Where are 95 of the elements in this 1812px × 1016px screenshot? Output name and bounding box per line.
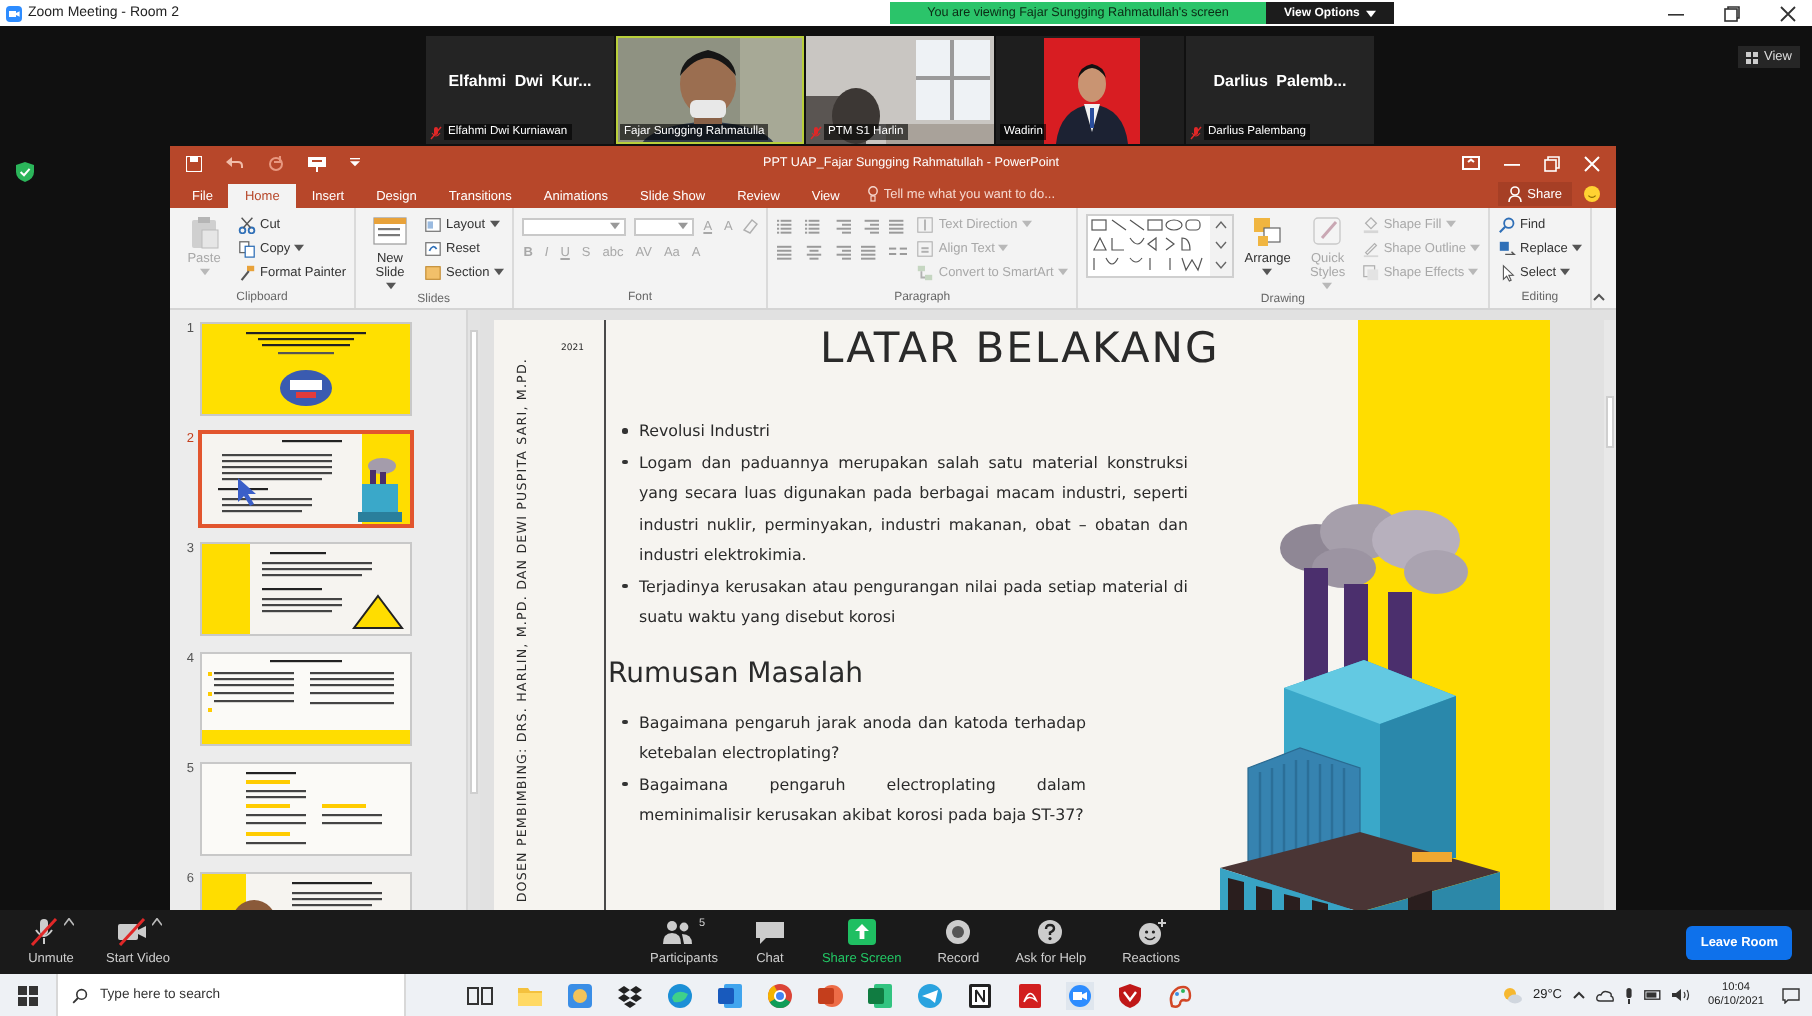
slide-thumbnail[interactable]	[200, 542, 412, 636]
microphone-icon[interactable]	[1624, 987, 1634, 1003]
video-camera-icon	[6, 5, 22, 21]
people-icon	[662, 918, 695, 946]
scissors-icon	[238, 215, 256, 234]
box-icon[interactable]	[616, 981, 644, 1009]
browser-icon[interactable]	[666, 981, 694, 1009]
smiley-icon[interactable]	[1584, 186, 1600, 202]
quick-styles-icon	[1309, 214, 1346, 250]
grid-icon	[1746, 51, 1759, 63]
font-name-field[interactable]	[521, 217, 626, 235]
caret-icon	[1365, 9, 1376, 17]
volume-icon[interactable]	[1672, 988, 1690, 1002]
bullet-icon	[622, 583, 627, 588]
bullet-icon	[622, 459, 627, 464]
bullet-list-icon[interactable]	[776, 217, 797, 235]
participant-name: Darlius Palemb...	[1211, 72, 1349, 90]
notebook-icon[interactable]	[966, 981, 994, 1009]
collapse-ribbon-icon[interactable]	[1591, 292, 1606, 302]
slide-thumbnail[interactable]	[198, 430, 414, 528]
windows-icon[interactable]	[18, 985, 38, 1005]
arrange-icon	[1249, 214, 1286, 250]
align-center-icon[interactable]	[804, 244, 825, 262]
help-icon	[1034, 918, 1067, 946]
align-right-icon[interactable]	[832, 244, 853, 262]
spreadsheet-icon[interactable]	[866, 981, 894, 1009]
caret-icon	[151, 918, 162, 926]
chat-icon	[753, 918, 786, 946]
search-icon	[1498, 215, 1517, 234]
paper-plane-icon[interactable]	[916, 981, 944, 1009]
shapes-gallery[interactable]	[1085, 214, 1234, 278]
pen-icon	[1361, 239, 1380, 258]
photo-icon[interactable]	[566, 981, 594, 1009]
save-icon[interactable]	[186, 155, 202, 171]
video-camera-icon[interactable]	[1066, 981, 1094, 1009]
scrollbar[interactable]	[466, 310, 480, 910]
pointer-icon	[1498, 263, 1517, 282]
bullet-icon	[622, 428, 627, 433]
ribbon-display-icon[interactable]	[1462, 156, 1480, 170]
copy-icon	[238, 239, 256, 258]
shape-effects-icon	[1361, 263, 1380, 282]
pdf-icon[interactable]	[1016, 981, 1044, 1009]
paint-bucket-icon	[1361, 215, 1380, 234]
justify-icon[interactable]	[860, 244, 881, 262]
decrease-indent-icon[interactable]	[832, 217, 853, 235]
record-icon	[942, 918, 975, 946]
task-view-icon[interactable]	[466, 981, 494, 1009]
customize-icon[interactable]	[350, 158, 360, 168]
presentation-icon[interactable]	[816, 981, 844, 1009]
battery-icon[interactable]	[1644, 990, 1662, 1000]
document-icon[interactable]	[716, 981, 744, 1009]
slide-thumbnail[interactable]	[200, 652, 412, 746]
caret-icon	[64, 918, 74, 926]
scrollbar[interactable]	[1604, 320, 1616, 910]
new-slide-icon	[372, 214, 408, 250]
bullet-icon	[622, 781, 627, 786]
text-direction-icon	[916, 215, 935, 234]
search-icon	[72, 987, 88, 1003]
present-icon[interactable]	[308, 155, 326, 171]
replace-icon	[1498, 239, 1517, 258]
align-left-icon[interactable]	[776, 244, 797, 262]
paint-icon[interactable]	[1166, 981, 1194, 1009]
brush-icon	[238, 263, 256, 282]
smiley-icon	[1135, 918, 1168, 946]
increase-indent-icon[interactable]	[860, 217, 881, 235]
undo-icon[interactable]	[226, 156, 244, 170]
clipboard-icon	[186, 214, 222, 250]
slide-title: LATAR BELAKANG	[820, 324, 1222, 372]
diagram-icon	[916, 263, 935, 282]
weather-icon	[1502, 986, 1523, 1004]
section-icon	[424, 263, 442, 282]
reset-icon	[424, 239, 442, 258]
participant-name: Elfahmi Dwi Kur...	[446, 72, 594, 90]
slide-thumbnail[interactable]	[200, 762, 412, 856]
caret-icon	[609, 222, 620, 230]
layout-icon	[424, 215, 442, 234]
numbered-list-icon[interactable]	[804, 217, 825, 235]
share-screen-icon	[845, 918, 878, 946]
person-icon	[1507, 186, 1522, 202]
cloud-icon[interactable]	[1596, 989, 1614, 1001]
browser-icon[interactable]	[766, 981, 794, 1009]
caret-icon	[677, 222, 688, 230]
notification-icon[interactable]	[1782, 987, 1800, 1003]
lightbulb-icon	[867, 186, 878, 202]
maximize-icon[interactable]	[1724, 5, 1740, 21]
line-spacing-icon[interactable]	[888, 217, 909, 235]
bullet-icon	[622, 719, 627, 724]
shield-icon[interactable]	[1116, 981, 1144, 1009]
align-text-icon	[916, 239, 935, 258]
slide-subheading: Rumusan Masalah	[608, 657, 866, 689]
chevron-up-icon[interactable]	[1572, 990, 1586, 1000]
shield-icon	[16, 162, 34, 182]
close-icon[interactable]	[1780, 5, 1796, 21]
slide-thumbnail[interactable]	[200, 322, 412, 416]
font-size-field[interactable]	[633, 217, 694, 235]
